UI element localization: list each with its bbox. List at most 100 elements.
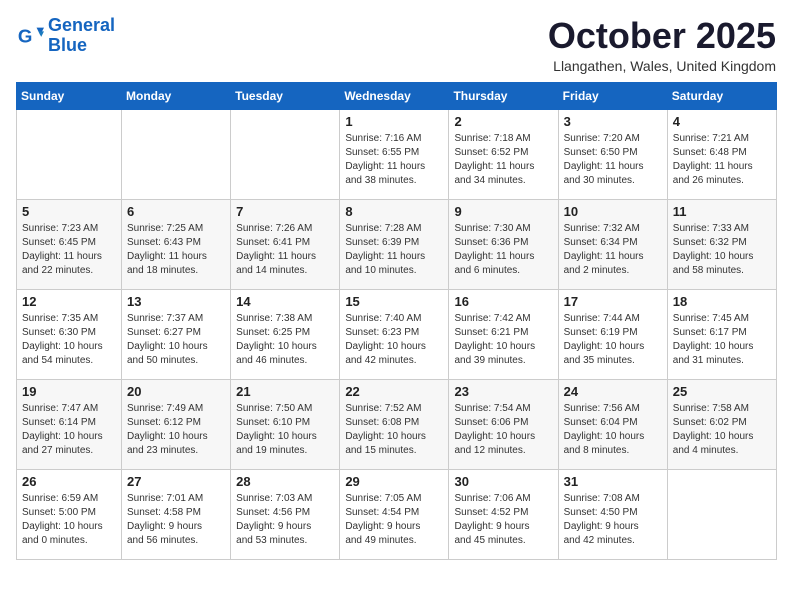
day-content: Sunrise: 7:03 AM Sunset: 4:56 PM Dayligh… [236,492,334,548]
calendar-cell [231,109,340,199]
logo-line1: General [48,15,115,35]
day-number: 26 [22,474,116,489]
calendar-cell: 1 Sunrise: 7:16 AM Sunset: 6:55 PM Daylig… [340,109,449,199]
day-header-saturday: Saturday [667,82,776,109]
calendar-cell: 6 Sunrise: 7:25 AM Sunset: 6:43 PM Daylig… [122,199,231,289]
calendar-table: SundayMondayTuesdayWednesdayThursdayFrid… [16,82,777,560]
day-content: Sunrise: 7:01 AM Sunset: 4:58 PM Dayligh… [127,492,225,548]
calendar-cell: 16Sunrise: 7:42 AM Sunset: 6:21 PM Dayli… [449,289,558,379]
day-content: Sunrise: 7:56 AM Sunset: 6:04 PM Dayligh… [564,402,662,458]
day-number: 1 [345,114,443,129]
day-content: Sunrise: 7:28 AM Sunset: 6:39 PM Dayligh… [345,222,443,278]
calendar-week-4: 19 Sunrise: 7:47 AM Sunset: 6:14 PM Dayli… [17,379,777,469]
calendar-cell: 3 Sunrise: 7:20 AM Sunset: 6:50 PM Daylig… [558,109,667,199]
day-content: Sunrise: 7:38 AM Sunset: 6:25 PM Dayligh… [236,312,334,368]
day-number: 5 [22,204,116,219]
day-content: Sunrise: 7:26 AM Sunset: 6:41 PM Dayligh… [236,222,334,278]
calendar-cell: 17 Sunrise: 7:44 AM Sunset: 6:19 PM Dayli… [558,289,667,379]
day-number: 13 [127,294,225,309]
day-number: 17 [564,294,662,309]
day-content: Sunrise: 7:52 AM Sunset: 6:08 PM Dayligh… [345,402,443,458]
day-header-thursday: Thursday [449,82,558,109]
calendar-cell: 30Sunrise: 7:06 AM Sunset: 4:52 PM Dayli… [449,469,558,559]
day-content: Sunrise: 7:05 AM Sunset: 4:54 PM Dayligh… [345,492,443,548]
day-content: Sunrise: 7:16 AM Sunset: 6:55 PM Dayligh… [345,132,443,188]
day-content: Sunrise: 7:44 AM Sunset: 6:19 PM Dayligh… [564,312,662,368]
calendar-week-1: 1 Sunrise: 7:16 AM Sunset: 6:55 PM Daylig… [17,109,777,199]
day-content: Sunrise: 7:54 AM Sunset: 6:06 PM Dayligh… [454,402,552,458]
calendar-cell [122,109,231,199]
calendar-cell: 14 Sunrise: 7:38 AM Sunset: 6:25 PM Dayli… [231,289,340,379]
calendar-cell: 13Sunrise: 7:37 AM Sunset: 6:27 PM Dayli… [122,289,231,379]
day-number: 3 [564,114,662,129]
calendar-cell [17,109,122,199]
day-number: 8 [345,204,443,219]
day-number: 18 [673,294,771,309]
day-content: Sunrise: 7:47 AM Sunset: 6:14 PM Dayligh… [22,402,116,458]
calendar-header-row: SundayMondayTuesdayWednesdayThursdayFrid… [17,82,777,109]
calendar-week-5: 26 Sunrise: 6:59 AM Sunset: 5:00 PM Dayli… [17,469,777,559]
day-content: Sunrise: 7:32 AM Sunset: 6:34 PM Dayligh… [564,222,662,278]
calendar-cell: 25Sunrise: 7:58 AM Sunset: 6:02 PM Dayli… [667,379,776,469]
calendar-cell: 18 Sunrise: 7:45 AM Sunset: 6:17 PM Dayli… [667,289,776,379]
day-number: 2 [454,114,552,129]
logo-line2: Blue [48,35,87,55]
day-number: 12 [22,294,116,309]
calendar-week-3: 12 Sunrise: 7:35 AM Sunset: 6:30 PM Dayli… [17,289,777,379]
day-content: Sunrise: 7:25 AM Sunset: 6:43 PM Dayligh… [127,222,225,278]
calendar-cell: 4Sunrise: 7:21 AM Sunset: 6:48 PM Daylig… [667,109,776,199]
day-number: 19 [22,384,116,399]
day-header-tuesday: Tuesday [231,82,340,109]
svg-text:G: G [18,25,33,46]
calendar-cell: 31Sunrise: 7:08 AM Sunset: 4:50 PM Dayli… [558,469,667,559]
day-content: Sunrise: 7:33 AM Sunset: 6:32 PM Dayligh… [673,222,771,278]
calendar-cell: 29 Sunrise: 7:05 AM Sunset: 4:54 PM Dayli… [340,469,449,559]
day-content: Sunrise: 7:23 AM Sunset: 6:45 PM Dayligh… [22,222,116,278]
logo: G General Blue [16,16,115,56]
location-text: Llangathen, Wales, United Kingdom [548,58,776,74]
day-content: Sunrise: 7:50 AM Sunset: 6:10 PM Dayligh… [236,402,334,458]
day-header-friday: Friday [558,82,667,109]
month-title: October 2025 [548,16,776,56]
day-number: 30 [454,474,552,489]
calendar-body: 1 Sunrise: 7:16 AM Sunset: 6:55 PM Daylig… [17,109,777,559]
calendar-cell: 20 Sunrise: 7:49 AM Sunset: 6:12 PM Dayli… [122,379,231,469]
calendar-cell: 12 Sunrise: 7:35 AM Sunset: 6:30 PM Dayli… [17,289,122,379]
calendar-cell: 2 Sunrise: 7:18 AM Sunset: 6:52 PM Daylig… [449,109,558,199]
calendar-cell: 23 Sunrise: 7:54 AM Sunset: 6:06 PM Dayli… [449,379,558,469]
day-content: Sunrise: 7:18 AM Sunset: 6:52 PM Dayligh… [454,132,552,188]
calendar-cell: 21 Sunrise: 7:50 AM Sunset: 6:10 PM Dayli… [231,379,340,469]
day-content: Sunrise: 7:21 AM Sunset: 6:48 PM Dayligh… [673,132,771,188]
day-content: Sunrise: 7:45 AM Sunset: 6:17 PM Dayligh… [673,312,771,368]
logo-icon: G [16,22,44,50]
calendar-cell: 15Sunrise: 7:40 AM Sunset: 6:23 PM Dayli… [340,289,449,379]
day-number: 20 [127,384,225,399]
day-content: Sunrise: 7:08 AM Sunset: 4:50 PM Dayligh… [564,492,662,548]
day-number: 25 [673,384,771,399]
day-content: Sunrise: 7:35 AM Sunset: 6:30 PM Dayligh… [22,312,116,368]
day-header-wednesday: Wednesday [340,82,449,109]
logo-text: General Blue [48,16,115,56]
day-content: Sunrise: 7:42 AM Sunset: 6:21 PM Dayligh… [454,312,552,368]
calendar-cell: 11 Sunrise: 7:33 AM Sunset: 6:32 PM Dayli… [667,199,776,289]
day-content: Sunrise: 6:59 AM Sunset: 5:00 PM Dayligh… [22,492,116,548]
day-number: 9 [454,204,552,219]
day-number: 11 [673,204,771,219]
day-number: 10 [564,204,662,219]
day-content: Sunrise: 7:40 AM Sunset: 6:23 PM Dayligh… [345,312,443,368]
calendar-cell: 8 Sunrise: 7:28 AM Sunset: 6:39 PM Daylig… [340,199,449,289]
page-header: G General Blue October 2025 Llangathen, … [16,16,776,74]
calendar-cell: 5 Sunrise: 7:23 AM Sunset: 6:45 PM Daylig… [17,199,122,289]
day-number: 6 [127,204,225,219]
calendar-cell [667,469,776,559]
calendar-cell: 7Sunrise: 7:26 AM Sunset: 6:41 PM Daylig… [231,199,340,289]
day-number: 27 [127,474,225,489]
day-content: Sunrise: 7:49 AM Sunset: 6:12 PM Dayligh… [127,402,225,458]
day-number: 23 [454,384,552,399]
day-number: 29 [345,474,443,489]
day-number: 21 [236,384,334,399]
day-number: 14 [236,294,334,309]
calendar-cell: 10 Sunrise: 7:32 AM Sunset: 6:34 PM Dayli… [558,199,667,289]
calendar-cell: 28Sunrise: 7:03 AM Sunset: 4:56 PM Dayli… [231,469,340,559]
day-content: Sunrise: 7:20 AM Sunset: 6:50 PM Dayligh… [564,132,662,188]
